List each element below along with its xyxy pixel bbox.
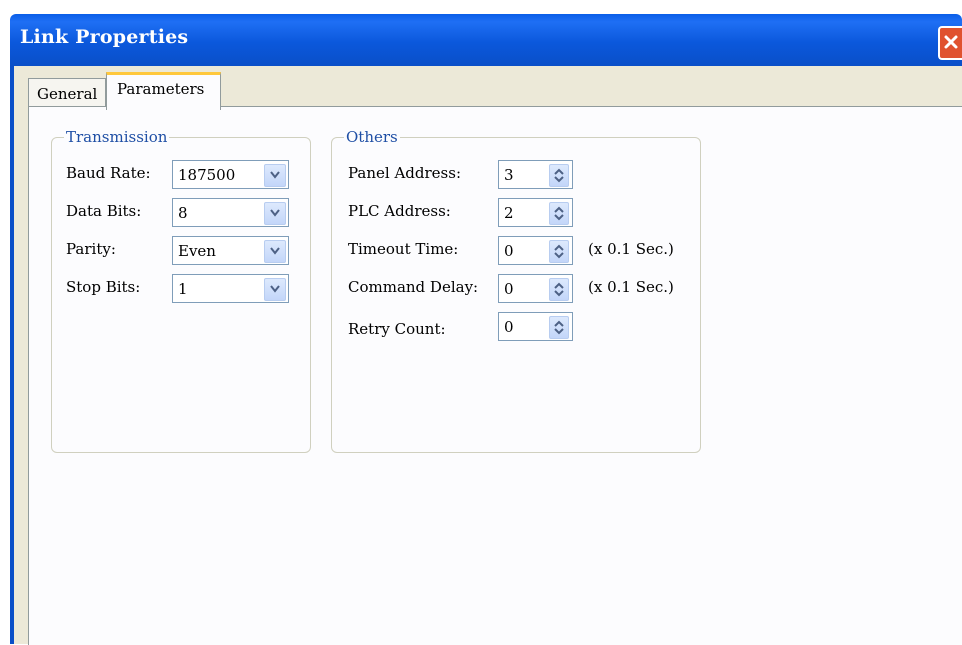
- chevron-down-icon[interactable]: [264, 202, 286, 225]
- spin-updown-icon[interactable]: [549, 316, 569, 339]
- command-delay-spinner[interactable]: 0: [498, 274, 573, 303]
- spin-updown-icon[interactable]: [549, 240, 569, 263]
- stop-bits-value: 1: [178, 280, 188, 298]
- timeout-time-unit: (x 0.1 Sec.): [588, 240, 674, 258]
- dialog-body: General Parameters Transmission Baud Rat…: [14, 66, 962, 645]
- retry-count-value: 0: [504, 318, 514, 336]
- transmission-group: Transmission Baud Rate: 187500 Data Bits…: [51, 128, 311, 453]
- chevron-down-icon[interactable]: [264, 164, 286, 187]
- timeout-time-spinner[interactable]: 0: [498, 236, 573, 265]
- tab-parameters-label: Parameters: [117, 80, 205, 98]
- stop-bits-label: Stop Bits:: [66, 278, 141, 296]
- tab-general-label: General: [37, 85, 98, 103]
- command-delay-label: Command Delay:: [348, 278, 479, 296]
- others-legend: Others: [344, 128, 400, 146]
- command-delay-unit: (x 0.1 Sec.): [588, 278, 674, 296]
- others-group: Others Panel Address: 3 PLC Address: 2 T…: [331, 128, 701, 453]
- parity-label: Parity:: [66, 240, 116, 258]
- panel-address-value: 3: [504, 166, 514, 184]
- parity-value: Even: [178, 242, 216, 260]
- tab-general[interactable]: General: [28, 78, 106, 107]
- timeout-time-label: Timeout Time:: [348, 240, 459, 258]
- timeout-time-value: 0: [504, 242, 514, 260]
- baud-rate-label: Baud Rate:: [66, 164, 151, 182]
- data-bits-value: 8: [178, 204, 188, 222]
- panel-address-spinner[interactable]: 3: [498, 160, 573, 189]
- close-icon: [944, 35, 958, 49]
- plc-address-spinner[interactable]: 2: [498, 198, 573, 227]
- window-title: Link Properties: [20, 26, 189, 48]
- command-delay-value: 0: [504, 280, 514, 298]
- panel-address-label: Panel Address:: [348, 164, 461, 182]
- tab-parameters[interactable]: Parameters: [106, 72, 221, 110]
- plc-address-value: 2: [504, 204, 514, 222]
- spin-updown-icon[interactable]: [549, 202, 569, 225]
- chevron-down-icon[interactable]: [264, 278, 286, 301]
- data-bits-select[interactable]: 8: [172, 198, 289, 227]
- retry-count-label: Retry Count:: [348, 320, 446, 338]
- baud-rate-value: 187500: [178, 166, 236, 184]
- parameters-page: Transmission Baud Rate: 187500 Data Bits…: [28, 106, 962, 645]
- parity-select[interactable]: Even: [172, 236, 289, 265]
- data-bits-label: Data Bits:: [66, 202, 142, 220]
- stop-bits-select[interactable]: 1: [172, 274, 289, 303]
- transmission-legend: Transmission: [64, 128, 170, 146]
- plc-address-label: PLC Address:: [348, 202, 451, 220]
- title-bar[interactable]: Link Properties: [10, 14, 962, 66]
- spin-updown-icon[interactable]: [549, 278, 569, 301]
- retry-count-spinner[interactable]: 0: [498, 312, 573, 341]
- chevron-down-icon[interactable]: [264, 240, 286, 263]
- baud-rate-select[interactable]: 187500: [172, 160, 289, 189]
- close-button[interactable]: [938, 26, 962, 60]
- spin-updown-icon[interactable]: [549, 164, 569, 187]
